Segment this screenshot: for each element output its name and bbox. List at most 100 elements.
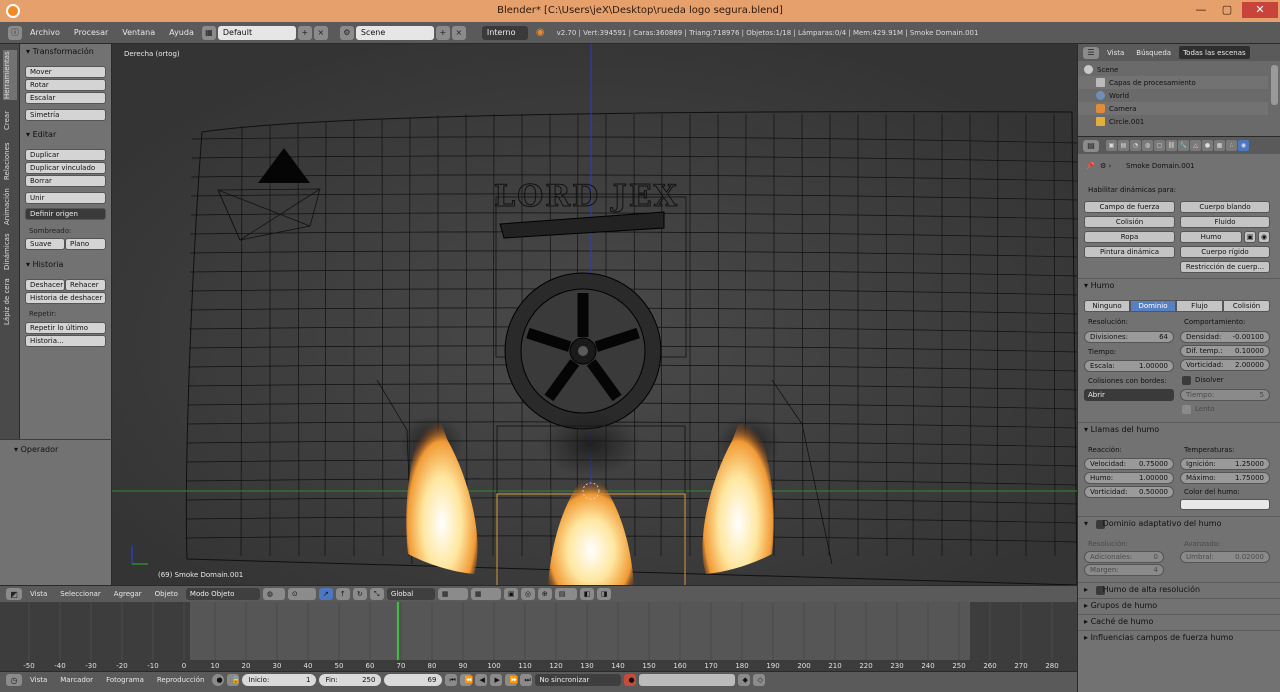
density-field[interactable]: Densidad: -0.00100 xyxy=(1180,331,1270,343)
duplicate-linked-button[interactable]: Duplicar vinculado xyxy=(25,162,106,174)
snap-toggle-icon[interactable]: ⊕ xyxy=(537,588,552,600)
timeline-menu-marker[interactable]: Marcador xyxy=(55,676,98,684)
snap-element-icon[interactable]: ▤ xyxy=(554,588,577,600)
flame-vorticity-field[interactable]: Vorticidad: 0.50000 xyxy=(1084,486,1174,498)
play-reverse-icon[interactable]: ◀ xyxy=(475,674,488,686)
smoke-visibility-icon[interactable]: ◉ xyxy=(1258,231,1270,243)
auto-key-icon[interactable]: ● xyxy=(212,674,225,686)
proportional-edit-icon[interactable]: ◎ xyxy=(520,588,535,600)
time-scale-field[interactable]: Escala: 1.00000 xyxy=(1084,360,1174,372)
material-tab-icon[interactable]: ● xyxy=(1202,140,1213,151)
smoke-button[interactable]: Humo xyxy=(1180,231,1242,243)
view3d-menu-view[interactable]: Vista xyxy=(25,590,52,598)
edit-panel-header[interactable]: ▾ Editar xyxy=(26,130,56,139)
divisions-field[interactable]: Divisiones: 64 xyxy=(1084,331,1174,343)
outliner-scrollbar[interactable] xyxy=(1271,65,1278,105)
data-tab-icon[interactable]: △ xyxy=(1190,140,1201,151)
smoke-type-flow[interactable]: Flujo xyxy=(1176,300,1223,312)
scene-select[interactable]: Scene xyxy=(355,25,434,40)
soft-body-button[interactable]: Cuerpo blando xyxy=(1180,201,1270,213)
prev-key-icon[interactable]: ⏪ xyxy=(460,674,473,686)
add-layout-button[interactable]: + xyxy=(297,25,312,40)
smoke-type-collision[interactable]: Colisión xyxy=(1223,300,1270,312)
insert-keyframe-icon[interactable]: ◆ xyxy=(738,674,751,686)
remove-scene-button[interactable]: × xyxy=(451,25,466,40)
view3d-menu-select[interactable]: Seleccionar xyxy=(55,590,106,598)
mirror-button[interactable]: Simetría xyxy=(25,109,106,121)
history-panel-header[interactable]: ▾ Historia xyxy=(26,260,63,269)
modifiers-tab-icon[interactable]: 🔧 xyxy=(1178,140,1189,151)
flame-smoke-field[interactable]: Humo: 1.00000 xyxy=(1084,472,1174,484)
constraints-tab-icon[interactable]: ⛓ xyxy=(1166,140,1177,151)
orientation-select[interactable]: Global xyxy=(386,588,435,600)
slow-checkbox[interactable] xyxy=(1182,405,1191,414)
border-collisions-select[interactable]: Abrir xyxy=(1084,389,1174,401)
smoke-settings-icon[interactable]: ▣ xyxy=(1244,231,1256,243)
outliner-menu-view[interactable]: Vista xyxy=(1103,46,1128,59)
view3d-menu-object[interactable]: Objeto xyxy=(150,590,183,598)
physics-tab-icon[interactable]: ◉ xyxy=(1238,140,1249,151)
render-preview-icon[interactable]: ◧ xyxy=(579,588,594,600)
shade-smooth-button[interactable]: Suave xyxy=(25,238,65,250)
timeline-menu-playback[interactable]: Reproducción xyxy=(152,676,210,684)
delete-button[interactable]: Borrar xyxy=(25,175,106,187)
world-tab-icon[interactable]: ◍ xyxy=(1142,140,1153,151)
end-frame-field[interactable]: Fin: 250 xyxy=(319,674,382,686)
collision-button[interactable]: Colisión xyxy=(1084,216,1175,228)
outliner-row-circle[interactable]: Circle.001 xyxy=(1078,115,1268,128)
outliner-row-scene[interactable]: Scene xyxy=(1078,63,1268,76)
lock-range-icon[interactable]: 🔒 xyxy=(227,674,240,686)
jump-start-icon[interactable]: ⏮ xyxy=(445,674,458,686)
force-field-button[interactable]: Campo de fuerza xyxy=(1084,201,1175,213)
tab-relations[interactable]: Relaciones xyxy=(3,140,17,182)
tab-animation[interactable]: Animación xyxy=(3,186,17,228)
layout-icon[interactable]: ▦ xyxy=(201,25,216,40)
outliner-display-mode[interactable]: Todas las escenas xyxy=(1179,46,1250,59)
menu-help[interactable]: Ayuda xyxy=(163,28,200,37)
smoke-panel-header[interactable]: ▾ Humo xyxy=(1084,281,1114,290)
margin-field[interactable]: Margen: 4 xyxy=(1084,564,1164,576)
play-icon[interactable]: ▶ xyxy=(490,674,503,686)
timeline-menu-frame[interactable]: Fotograma xyxy=(101,676,149,684)
scale-manipulator-icon[interactable]: ⤡ xyxy=(369,588,384,600)
add-scene-button[interactable]: + xyxy=(435,25,450,40)
sync-mode-select[interactable]: No sincronizar xyxy=(535,674,622,686)
repeat-last-button[interactable]: Repetir lo último xyxy=(25,322,106,334)
cloth-button[interactable]: Ropa xyxy=(1084,231,1175,243)
render-engine-select[interactable]: Interno xyxy=(481,25,528,40)
adaptive-domain-panel-header[interactable]: ▾ Dominio adaptativo del humo xyxy=(1084,519,1222,528)
render-tab-icon[interactable]: ▣ xyxy=(1106,140,1117,151)
smoke-groups-panel-header[interactable]: ▸ Grupos de humo xyxy=(1084,601,1157,610)
editor-type-properties-icon[interactable]: ▤ xyxy=(1083,139,1099,152)
vorticity-field[interactable]: Vorticidad: 2.00000 xyxy=(1180,359,1270,371)
texture-tab-icon[interactable]: ▦ xyxy=(1214,140,1225,151)
timeline-ruler[interactable]: -50 -40 -30 -20 -10 0 10 20 30 40 50 60 70 80 90 100 110… xyxy=(0,602,1077,671)
maximize-button[interactable]: ▢ xyxy=(1214,2,1240,18)
shade-flat-button[interactable]: Plano xyxy=(65,238,106,250)
threshold-field[interactable]: Umbral: 0.02000 xyxy=(1180,551,1270,563)
temp-diff-field[interactable]: Dif. temp.: 0.10000 xyxy=(1180,345,1270,357)
scene-tab-icon[interactable]: ◔ xyxy=(1130,140,1141,151)
render-layers-tab-icon[interactable]: ▤ xyxy=(1118,140,1129,151)
current-frame-field[interactable]: 69 xyxy=(384,674,443,686)
smoke-color-swatch[interactable] xyxy=(1180,499,1270,510)
object-tab-icon[interactable]: ▢ xyxy=(1154,140,1165,151)
outliner-row-camera[interactable]: Camera xyxy=(1078,102,1268,115)
shading-select-icon[interactable]: ◍ xyxy=(262,588,285,600)
join-button[interactable]: Unir xyxy=(25,192,106,204)
max-temp-field[interactable]: Máximo: 1.75000 xyxy=(1180,472,1270,484)
tab-grease-pencil[interactable]: Lápiz de cera xyxy=(3,276,17,328)
additional-field[interactable]: Adicionales: 0 xyxy=(1084,551,1164,563)
duplicate-button[interactable]: Duplicar xyxy=(25,149,106,161)
scene-icon[interactable]: ⚙ xyxy=(339,25,354,40)
rotate-manipulator-icon[interactable]: ↻ xyxy=(352,588,367,600)
dissolve-time-field[interactable]: Tiempo: 5 xyxy=(1180,389,1270,401)
rigid-body-constraint-button[interactable]: Restricción de cuerp... xyxy=(1180,261,1270,273)
outliner-row-world[interactable]: World xyxy=(1078,89,1268,102)
outliner-menu-search[interactable]: Búsqueda xyxy=(1132,46,1175,59)
close-button[interactable]: ✕ xyxy=(1242,2,1278,18)
pin-icon[interactable]: 📌 xyxy=(1086,162,1095,170)
layout-select[interactable]: Default xyxy=(217,25,296,40)
flames-panel-header[interactable]: ▾ Llamas del humo xyxy=(1084,425,1159,434)
manipulator-toggle-icon[interactable]: ↗ xyxy=(318,588,333,600)
